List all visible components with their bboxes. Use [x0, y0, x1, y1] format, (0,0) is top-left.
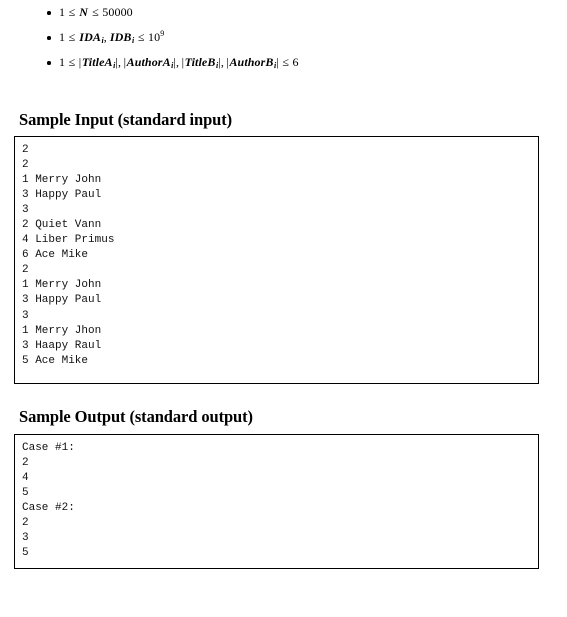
constraint-lengths-formula: 1 ≤ |TitleAi|, |AuthorAi|, |TitleBi|, |Author…	[59, 55, 299, 70]
constraint-lengths-rel2: ≤	[282, 55, 290, 69]
constraint-item-n: 1 ≤ N ≤50000	[0, 0, 567, 25]
sample-input-code-block: 2 2 1 Merry John 3 Happy Paul 3 2 Quiet …	[14, 136, 539, 384]
sample-output-code-block: Case #1: 2 4 5 Case #2: 2 3 5	[14, 434, 539, 569]
constraints-list: 1 ≤ N ≤50000 1 ≤ IDAi, IDBi ≤109 1 ≤ |TitleAi|, |A…	[0, 0, 567, 75]
constraint-item-id: 1 ≤ IDAi, IDBi ≤109	[0, 25, 567, 50]
constraint-id-base: 10	[148, 30, 161, 44]
constraint-lengths-author-b: AuthorB	[229, 55, 274, 69]
constraint-n-formula: 1 ≤ N ≤50000	[59, 5, 133, 19]
constraint-n-variable: N	[79, 5, 89, 19]
constraint-lengths-upper: 6	[292, 55, 299, 69]
constraint-lengths-title-a: TitleA	[81, 55, 113, 69]
constraint-id-rel2: ≤	[137, 30, 145, 44]
constraint-n-rel2: ≤	[92, 5, 99, 19]
sample-input-heading: Sample Input (standard input)	[19, 109, 233, 129]
constraint-lengths-rel1: ≤	[68, 55, 76, 69]
constraint-item-lengths: 1 ≤ |TitleAi|, |AuthorAi|, |TitleBi|, |Author…	[0, 50, 567, 75]
constraint-id-rel1: ≤	[68, 30, 76, 44]
constraint-id-exponent: 9	[160, 29, 165, 38]
constraint-id-variable-a: IDA	[79, 30, 101, 44]
sample-output-heading: Sample Output (standard output)	[19, 406, 253, 426]
constraint-lengths-title-b: TitleB	[184, 55, 216, 69]
constraint-lengths-author-a: AuthorA	[126, 55, 171, 69]
constraint-id-formula: 1 ≤ IDAi, IDBi ≤109	[59, 29, 165, 45]
constraint-id-variable-b: IDB	[109, 30, 132, 44]
constraint-n-rel1: ≤	[68, 5, 76, 19]
constraint-n-upper: 50000	[102, 5, 133, 19]
